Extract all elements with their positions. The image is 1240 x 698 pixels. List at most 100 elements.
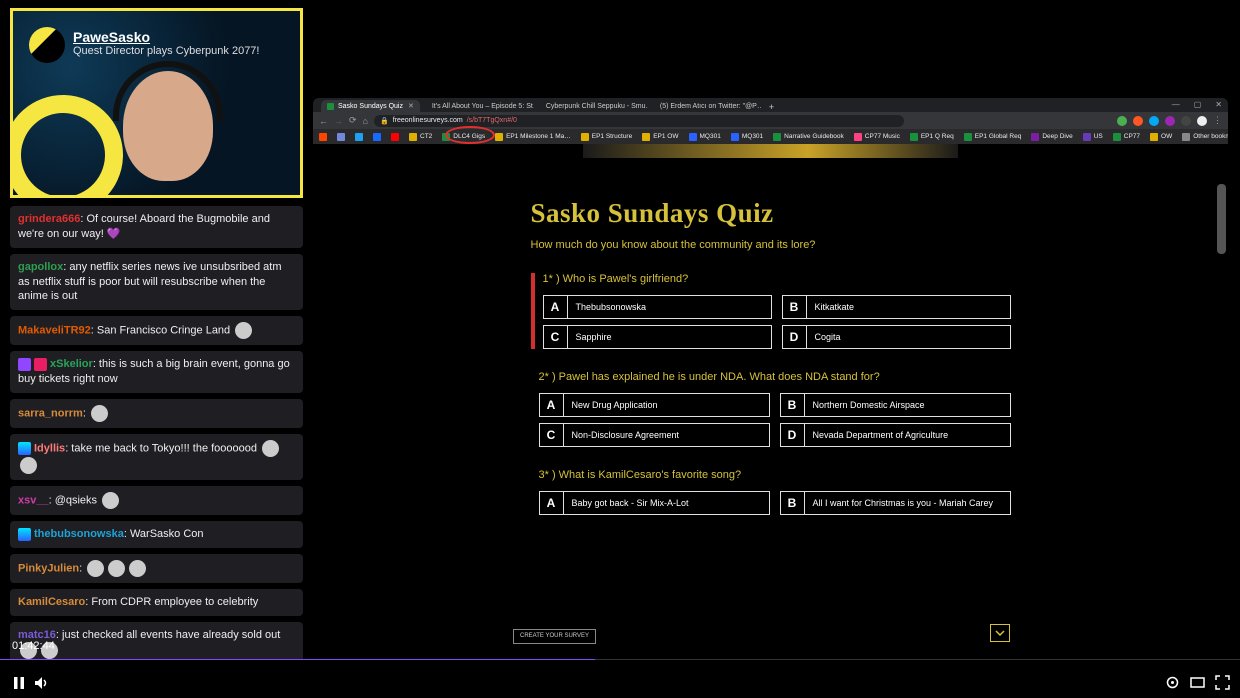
fullscreen-icon[interactable] (1215, 675, 1230, 690)
chat-message: MakaveliTR92: San Francisco Cringe Land (10, 316, 303, 345)
bookmark-favicon-icon (1150, 133, 1158, 141)
bookmark-favicon-icon (731, 133, 739, 141)
bookmark-item[interactable]: Deep Dive (1031, 133, 1072, 141)
bookmark-item[interactable]: MQ301 (689, 133, 721, 141)
answer-letter: C (544, 326, 568, 348)
question-text: 1* ) Who is Pawel's girlfriend? (543, 273, 1011, 285)
volume-icon[interactable] (34, 676, 48, 690)
chat-username[interactable]: sarra_norrm (18, 407, 83, 419)
bookmark-label: Narrative Guidebook (784, 133, 844, 140)
back-icon[interactable]: ← (319, 116, 328, 126)
streamer-name[interactable]: PaweSasko (73, 29, 150, 45)
bookmark-item[interactable] (337, 133, 345, 141)
theatre-icon[interactable] (1190, 675, 1205, 690)
close-icon[interactable]: ✕ (1215, 100, 1222, 109)
bookmark-item[interactable] (391, 133, 399, 141)
url-host: freeonlinesurveys.com (393, 117, 463, 124)
answer-option[interactable]: BKitkatkate (782, 295, 1011, 319)
ext-icon[interactable] (1181, 116, 1191, 126)
chat-message: Idyllis: take me back to Tokyo!!! the fo… (10, 434, 303, 480)
bookmark-item[interactable]: OW (1150, 133, 1172, 141)
answers-grid: AThebubsonowska BKitkatkate CSapphire DCogi… (543, 295, 1011, 349)
quiz-banner (583, 144, 958, 158)
browser-tab[interactable]: Cyberpunk Chill Seppuku - Smu…✕ (536, 100, 648, 112)
ext-icon[interactable] (1117, 116, 1127, 126)
bookmark-item[interactable]: US (1083, 133, 1103, 141)
browser-tab[interactable]: It's All About You – Episode 5: St…✕ (422, 100, 534, 112)
settings-icon[interactable] (1165, 675, 1180, 690)
bookmark-item[interactable] (373, 133, 381, 141)
bookmark-item[interactable]: EP1 Milestone 1 Ma… (495, 133, 571, 141)
home-icon[interactable]: ⌂ (363, 116, 368, 126)
bookmark-item[interactable]: EP1 Global Req (964, 133, 1022, 141)
chat-badge-icon (18, 358, 31, 371)
page-scrollbar[interactable] (1216, 144, 1226, 658)
url-input[interactable]: 🔒 freeonlinesurveys.com/s/bT7TgQxn#/0 (374, 115, 904, 127)
answer-option[interactable]: CNon-Disclosure Agreement (539, 423, 770, 447)
answer-text: Nevada Department of Agriculture (805, 424, 1010, 446)
chat-username[interactable]: MakaveliTR92 (18, 325, 91, 337)
new-tab-button[interactable]: + (764, 102, 779, 112)
forward-icon[interactable]: → (334, 116, 343, 126)
chat-username[interactable]: grindera666 (18, 213, 80, 225)
answer-option[interactable]: DCogita (782, 325, 1011, 349)
answer-option[interactable]: ANew Drug Application (539, 393, 770, 417)
scrollbar-thumb[interactable] (1217, 184, 1226, 254)
chat-username[interactable]: xsv__ (18, 494, 49, 506)
menu-icon[interactable]: ⋮ (1213, 115, 1222, 126)
bookmark-item[interactable]: CT2 (409, 133, 432, 141)
chat-message: sarra_norrm: (10, 399, 303, 428)
chat-message: KamilCesaro: From CDPR employee to celeb… (10, 589, 303, 616)
maximize-icon[interactable]: ▢ (1194, 100, 1202, 109)
bookmark-item[interactable]: Narrative Guidebook (773, 133, 844, 141)
tab-close-icon[interactable]: ✕ (408, 102, 414, 110)
bookmark-item[interactable] (319, 133, 327, 141)
profile-avatar-icon[interactable] (1197, 116, 1207, 126)
chat-username[interactable]: xSkelior (50, 358, 93, 370)
bookmark-favicon-icon (910, 133, 918, 141)
bookmark-item[interactable]: EP1 Structure (581, 133, 632, 141)
bookmark-favicon-icon (689, 133, 697, 141)
chat-text: : @qsieks (49, 494, 101, 506)
chat-username[interactable]: KamilCesaro (18, 596, 85, 608)
pause-icon[interactable] (12, 676, 26, 690)
answer-option[interactable]: ABaby got back - Sir Mix-A-Lot (539, 491, 770, 515)
scroll-down-button[interactable] (990, 624, 1010, 642)
chat-username[interactable]: Idyllis (34, 442, 65, 454)
answer-option[interactable]: CSapphire (543, 325, 772, 349)
answer-option[interactable]: BNorthern Domestic Airspace (780, 393, 1011, 417)
answer-option[interactable]: DNevada Department of Agriculture (780, 423, 1011, 447)
stream-video[interactable]: PaweSasko Quest Director plays Cyberpunk… (10, 8, 303, 198)
chat-username[interactable]: gapollox (18, 261, 63, 273)
reload-icon[interactable]: ⟳ (349, 115, 357, 126)
chat-message: xsv__: @qsieks (10, 486, 303, 515)
bookmark-item[interactable] (355, 133, 363, 141)
browser-tab[interactable]: (5) Erdem Atıcı on Twitter: "@P…✕ (650, 100, 762, 112)
bookmark-label: MQ301 (700, 133, 721, 140)
bookmark-item[interactable]: EP1 OW (642, 133, 678, 141)
bookmark-favicon-icon (1113, 133, 1121, 141)
bookmark-favicon-icon (391, 133, 399, 141)
page-content: Sasko Sundays Quiz How much do you know … (313, 144, 1228, 658)
create-survey-button[interactable]: CREATE YOUR SURVEY (513, 629, 596, 644)
bookmark-favicon-icon (409, 133, 417, 141)
bookmark-item[interactable]: EP1 Q Req (910, 133, 954, 141)
ext-icon[interactable] (1165, 116, 1175, 126)
emote-icon (102, 492, 119, 509)
chat-username[interactable]: PinkyJulien (18, 562, 79, 574)
ext-icon[interactable] (1133, 116, 1143, 126)
bookmark-item[interactable]: CP77 (1113, 133, 1140, 141)
bookmark-item[interactable]: MQ301 (731, 133, 763, 141)
chat-username[interactable]: matc16 (18, 629, 56, 641)
bookmark-item[interactable]: Other bookmarks (1182, 133, 1228, 141)
bookmark-favicon-icon (1031, 133, 1039, 141)
minimize-icon[interactable]: ― (1172, 100, 1180, 109)
bookmark-item[interactable]: CP77 Music (854, 133, 900, 141)
answer-option[interactable]: AThebubsonowska (543, 295, 772, 319)
answer-option[interactable]: BAll I want for Christmas is you - Maria… (780, 491, 1011, 515)
browser-tab[interactable]: Sasko Sundays Quiz✕ (321, 100, 420, 112)
tab-label: It's All About You – Episode 5: St… (432, 103, 534, 110)
chat-username[interactable]: thebubsonowska (34, 528, 124, 540)
avatar[interactable] (29, 27, 65, 63)
ext-icon[interactable] (1149, 116, 1159, 126)
